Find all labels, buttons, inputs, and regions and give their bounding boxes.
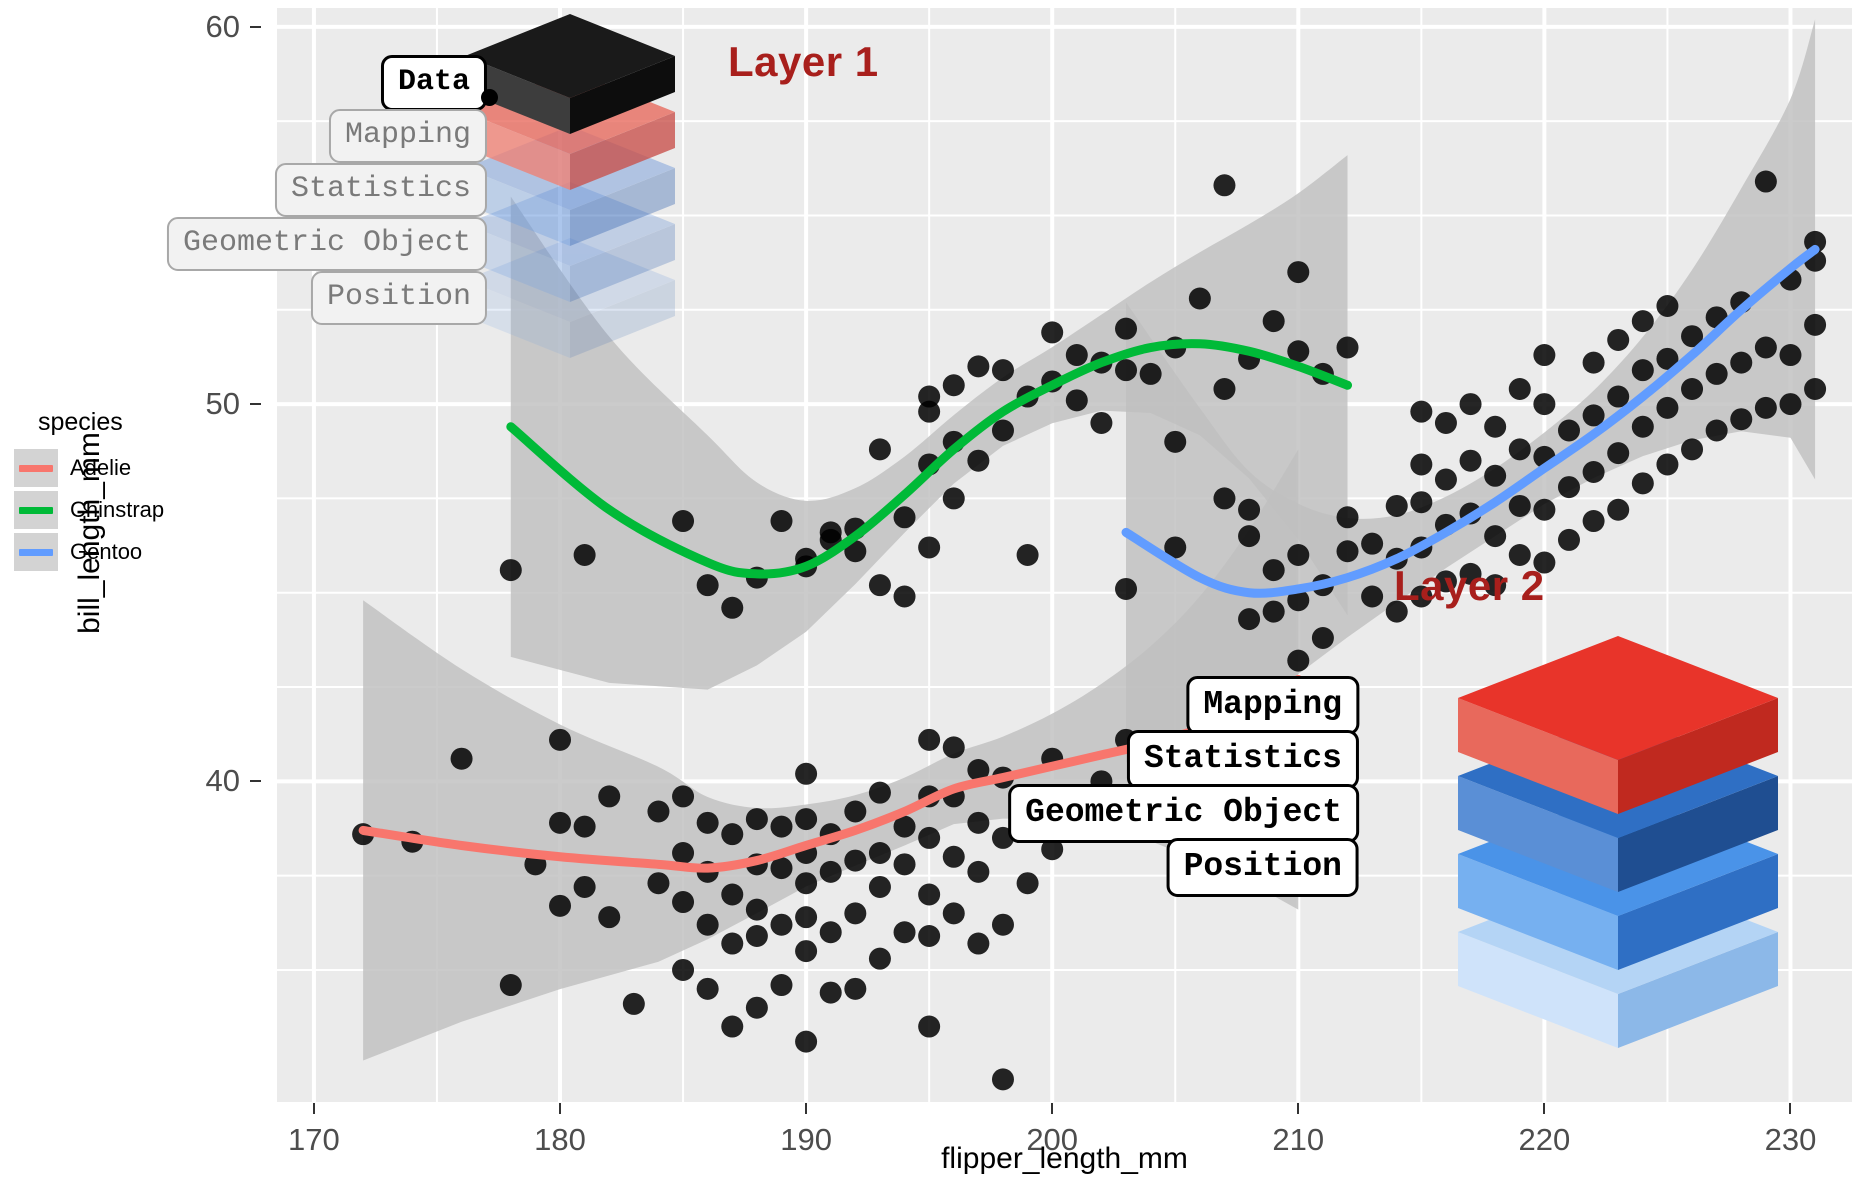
x-tick-mark [1543,1103,1546,1114]
legend-line-chinstrap [19,506,53,514]
annotation-label-statistics: Statistics [274,163,487,217]
annotation-label-position: Position [310,271,487,325]
y-tick-label: 40 [205,763,240,799]
legend-label: Chinstrap [70,497,165,522]
annotation-label-position: Position [1166,838,1359,897]
y-tick-mark [250,403,261,406]
x-tick-mark [1297,1103,1300,1114]
y-tick-mark [250,780,261,783]
layer-1-title: Layer 1 [728,38,879,85]
x-axis-title: flipper_length_mm [941,1142,1188,1175]
x-tick-mark [559,1103,561,1114]
legend-item-gentoo[interactable]: Gentoo [14,533,174,571]
legend-title: species [38,408,123,436]
legend-key-swatch [14,533,58,571]
data-label-connector-dot [481,89,498,106]
x-tick-mark [312,1103,315,1114]
y-tick-label: 60 [205,8,240,44]
legend-key-swatch [14,449,58,487]
y-tick-mark [250,25,261,28]
x-tick-mark [1789,1103,1792,1114]
annotation-label-geometric-object: Geometric Object [166,217,487,271]
x-tick-mark [805,1103,808,1114]
annotation-label-mapping: Mapping [1186,676,1359,735]
layer-2-stack-graphic [1454,632,1782,1050]
legend-line-gentoo [19,548,53,556]
isometric-slab-stack [465,14,675,358]
legend-label: Gentoo [70,539,143,564]
layer-2-title: Layer 2 [1394,562,1545,609]
legend-line-adelie [19,464,53,472]
chart-canvas: 60 50 40 170 180 190 200 210 220 230 flipper_len… [0,0,1858,1184]
layer-1-stack-graphic [461,10,679,360]
legend-key-swatch [14,491,58,529]
annotation-label-data: Data [380,55,487,111]
legend: species Adelie Chinstrap Gentoo [14,408,174,575]
annotation-label-statistics: Statistics [1126,730,1359,789]
legend-item-adelie[interactable]: Adelie [14,449,174,487]
legend-label: Adelie [70,455,132,480]
annotation-label-geometric-object: Geometric Object [1008,784,1359,843]
annotation-label-mapping: Mapping [328,109,487,163]
isometric-slab-stack [1458,636,1778,1048]
legend-items: Adelie Chinstrap Gentoo [14,449,174,571]
y-tick-label: 50 [205,386,240,422]
legend-item-chinstrap[interactable]: Chinstrap [14,491,174,529]
x-tick-mark [1051,1103,1054,1114]
